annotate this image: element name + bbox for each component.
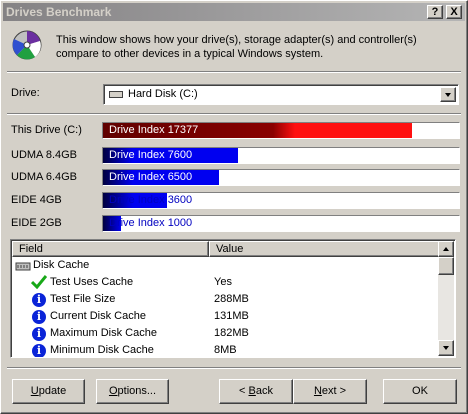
btn-text: ack bbox=[255, 385, 273, 397]
ok-button[interactable]: OK bbox=[383, 379, 457, 404]
drive-label: Drive: bbox=[11, 87, 40, 99]
divider bbox=[7, 367, 461, 369]
row-field: Maximum Disk Cache bbox=[50, 327, 157, 339]
drives-benchmark-window: Drives Benchmark ? X This window shows h… bbox=[0, 0, 468, 414]
benchmark-bar-track: Drive Index 3600 bbox=[102, 192, 460, 209]
benchmark-name: EIDE 2GB bbox=[11, 217, 62, 229]
benchmark-bar-label: Drive Index 1000 bbox=[109, 217, 193, 229]
benchmark-bar-label: Drive Index 6500 bbox=[109, 171, 193, 183]
benchmark-name: UDMA 8.4GB bbox=[11, 149, 78, 161]
drive-select[interactable]: Hard Disk (C:) bbox=[103, 84, 459, 105]
drive-select-value: Hard Disk (C:) bbox=[128, 88, 198, 100]
btn-text: < bbox=[239, 385, 249, 397]
row-value: 8MB bbox=[214, 344, 237, 356]
title-bar[interactable]: Drives Benchmark ? X bbox=[3, 3, 465, 21]
info-icon: i bbox=[32, 344, 46, 357]
btn-text: ptions... bbox=[117, 385, 157, 397]
scroll-up-button[interactable] bbox=[438, 241, 454, 257]
row-value: 182MB bbox=[214, 327, 249, 339]
options-button[interactable]: Options... bbox=[96, 379, 169, 404]
btn-text: pdate bbox=[38, 385, 67, 397]
row-field: Minimum Disk Cache bbox=[50, 344, 154, 356]
benchmark-bar-label: Drive Index 7600 bbox=[109, 149, 193, 161]
benchmark-bar-label: Drive Index 3600 bbox=[109, 194, 193, 206]
help-button[interactable]: ? bbox=[427, 5, 443, 19]
info-icon: i bbox=[32, 293, 46, 307]
chevron-up-icon bbox=[443, 247, 449, 251]
table-row[interactable]: Test Uses Cache Yes bbox=[12, 275, 440, 292]
info-icon: i bbox=[32, 327, 46, 341]
close-button[interactable]: X bbox=[446, 5, 462, 19]
details-list[interactable]: Field Value Disk Cache Test Uses Cache Y… bbox=[10, 239, 456, 358]
benchmark-name: EIDE 4GB bbox=[11, 194, 62, 206]
btn-accel: N bbox=[313, 385, 322, 397]
btn-text: ext > bbox=[321, 385, 347, 397]
disk-cache-icon bbox=[15, 262, 31, 271]
benchmark-bar-track: Drive Index 1000 bbox=[102, 215, 460, 232]
benchmark-bar-track: Drive Index 17377 bbox=[102, 122, 460, 139]
table-row[interactable]: i Minimum Disk Cache 8MB bbox=[12, 343, 440, 357]
chevron-down-icon bbox=[443, 346, 449, 350]
table-row[interactable]: i Maximum Disk Cache 182MB bbox=[12, 326, 440, 343]
scroll-thumb[interactable] bbox=[438, 257, 454, 275]
benchmark-name: UDMA 6.4GB bbox=[11, 171, 78, 183]
window-title: Drives Benchmark bbox=[6, 5, 112, 19]
btn-accel: U bbox=[30, 385, 39, 397]
btn-accel: O bbox=[108, 385, 118, 397]
disk-benchmark-icon bbox=[12, 30, 42, 60]
divider bbox=[7, 113, 461, 115]
group-label: Disk Cache bbox=[33, 259, 90, 271]
info-icon: i bbox=[32, 310, 46, 324]
column-header-value[interactable]: Value bbox=[209, 241, 440, 257]
dropdown-button[interactable] bbox=[440, 87, 456, 102]
benchmark-bar-label: Drive Index 17377 bbox=[109, 124, 199, 136]
benchmark-bar-track: Drive Index 7600 bbox=[102, 147, 460, 164]
row-field: Current Disk Cache bbox=[50, 310, 146, 322]
benchmark-bar-track: Drive Index 6500 bbox=[102, 169, 460, 186]
chevron-down-icon bbox=[445, 93, 451, 97]
vertical-scrollbar[interactable] bbox=[438, 241, 454, 356]
group-row[interactable]: Disk Cache bbox=[12, 258, 440, 275]
divider bbox=[7, 71, 461, 73]
row-field: Test Uses Cache bbox=[50, 276, 134, 288]
update-button[interactable]: Update bbox=[12, 379, 85, 404]
header-description: This window shows how your drive(s), sto… bbox=[56, 34, 417, 60]
table-row[interactable]: i Current Disk Cache 131MB bbox=[12, 309, 440, 326]
next-button[interactable]: Next > bbox=[293, 379, 367, 404]
column-header-field[interactable]: Field bbox=[12, 241, 209, 257]
table-row[interactable]: i Test File Size 288MB bbox=[12, 292, 440, 309]
scroll-down-button[interactable] bbox=[438, 340, 454, 356]
row-value: 288MB bbox=[214, 293, 249, 305]
row-field: Test File Size bbox=[50, 293, 116, 305]
benchmark-name: This Drive (C:) bbox=[11, 124, 82, 136]
btn-accel: B bbox=[248, 385, 256, 397]
hard-disk-icon bbox=[109, 91, 123, 98]
row-value: Yes bbox=[214, 276, 232, 288]
row-value: 131MB bbox=[214, 310, 249, 322]
check-icon bbox=[31, 275, 47, 289]
back-button[interactable]: < Back bbox=[219, 379, 293, 404]
